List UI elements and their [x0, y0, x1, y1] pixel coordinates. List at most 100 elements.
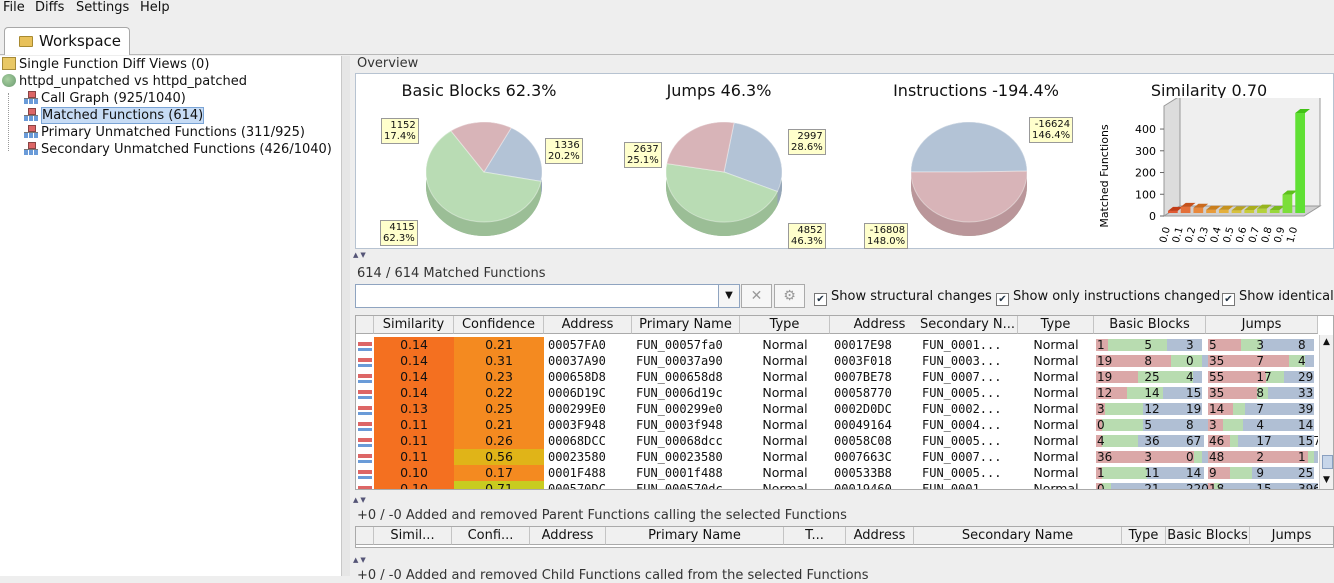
diff-bar-value: 14 [1209, 402, 1225, 416]
table-row[interactable]: 0.11 0.56 00023580 FUN_00023580 Normal 000766… [356, 449, 1318, 465]
diff-bar-value: 14 [1144, 386, 1160, 400]
cell-sim: 0.11 [374, 449, 454, 465]
checkbox-show-identical[interactable]: ✔ Show identical [1222, 289, 1334, 306]
column-header[interactable]: Type [740, 316, 830, 334]
function-graph-icon[interactable] [358, 403, 372, 415]
diff-bar-value: 3 [1097, 402, 1105, 416]
table-row[interactable]: 0.13 0.25 000299E0 FUN_000299e0 Normal 0002D0… [356, 401, 1318, 417]
similarity-bar [1168, 210, 1178, 213]
function-graph-icon[interactable] [358, 355, 372, 367]
scroll-down-icon[interactable]: ▼ [1323, 475, 1330, 485]
function-graph-icon [24, 142, 38, 155]
function-graph-icon[interactable] [358, 451, 372, 463]
cell-a2: 0007663C [834, 450, 892, 464]
column-header[interactable]: Address [530, 527, 606, 545]
function-graph-icon [24, 108, 38, 121]
column-header[interactable]: Type [1018, 316, 1094, 334]
tree-item-primary-unmatched[interactable]: Primary Unmatched Functions (311/925) [24, 125, 305, 142]
column-header[interactable]: Confidence [454, 316, 544, 334]
tree-item-diff[interactable]: httpd_unpatched vs httpd_patched [2, 74, 247, 91]
vertical-splitter[interactable] [342, 56, 350, 576]
scrollbar-thumb[interactable] [1322, 455, 1333, 469]
search-input[interactable] [355, 284, 739, 308]
column-header[interactable]: Secondary Name [914, 527, 1122, 545]
table-row[interactable]: 0.10 0.17 0001F488 FUN_0001f488 Normal 000533… [356, 465, 1318, 481]
function-graph-icon[interactable] [358, 435, 372, 447]
tree-item-secondary-unmatched[interactable]: Secondary Unmatched Functions (426/1040) [24, 142, 332, 159]
function-graph-icon[interactable] [358, 467, 372, 479]
table-row[interactable]: 0.10 0.71 000570DC FUN_000570dc Normal 000194… [356, 481, 1318, 490]
column-header[interactable]: T... [784, 527, 846, 545]
column-header[interactable]: Address [846, 527, 914, 545]
cell-a2: 0002D0DC [834, 402, 892, 416]
function-graph-icon[interactable] [358, 339, 372, 351]
horizontal-splitter-mid[interactable]: ▲▼ [350, 496, 1334, 505]
diff-bar-value: 8 [1298, 338, 1306, 352]
table-row[interactable]: 0.14 0.31 00037A90 FUN_00037a90 Normal 0003F0… [356, 353, 1318, 369]
diff-bar-value: 7 [1256, 402, 1265, 416]
cell-n2: FUN_0007... [922, 370, 1002, 384]
menu-diffs[interactable]: Diffs [35, 0, 64, 15]
cell-t1: Normal [762, 353, 808, 368]
function-graph-icon[interactable] [358, 483, 372, 489]
checkbox-label: Show structural changes [831, 289, 992, 304]
column-header[interactable]: Jumps [1250, 527, 1333, 545]
similarity-bar [1282, 194, 1293, 213]
overview-panel: Basic Blocks 62.3% Jumps 46.3% Instructi… [355, 73, 1334, 249]
diff-bar-value: 2 [1256, 450, 1265, 464]
cell-sim: 0.14 [374, 353, 454, 369]
horizontal-splitter-top[interactable]: ▲▼ [350, 251, 1334, 260]
gear-icon[interactable]: ⚙ [774, 284, 805, 308]
column-header[interactable]: Jumps [1206, 316, 1318, 334]
table-row[interactable]: 0.11 0.21 0003F948 FUN_0003f948 Normal 000491… [356, 417, 1318, 433]
column-header[interactable]: Basic Blocks [1094, 316, 1206, 334]
checkbox-structural-changes[interactable]: ✔ Show structural changes [814, 289, 992, 306]
menu-file[interactable]: File [3, 0, 25, 15]
column-header[interactable]: Similarity [374, 316, 454, 334]
cell-sim: 0.13 [374, 401, 454, 417]
cell-conf: 0.71 [454, 481, 544, 489]
table-row[interactable]: 0.11 0.26 00068DCC FUN_00068dcc Normal 00058C… [356, 433, 1318, 449]
diff-icon [2, 74, 16, 87]
column-header[interactable]: Secondary N... [918, 316, 1018, 334]
column-header[interactable]: Basic Blocks [1166, 527, 1250, 545]
cell-t2: Normal [1033, 353, 1079, 368]
cell-n1: FUN_000570dc [636, 482, 723, 490]
column-header[interactable]: Address [544, 316, 632, 334]
column-header[interactable]: Address [830, 316, 930, 334]
table-scrollbar[interactable]: ▲ ▼ [1319, 335, 1333, 489]
menu-help[interactable]: Help [140, 0, 170, 15]
column-header[interactable]: Primary Name [606, 527, 784, 545]
cell-a2: 00019460 [834, 482, 892, 490]
tab-workspace[interactable]: Workspace [4, 27, 130, 55]
clear-icon[interactable]: ✕ [741, 284, 772, 308]
function-graph-icon[interactable] [358, 387, 372, 399]
column-header[interactable]: Primary Name [632, 316, 740, 334]
diff-bar-value: 8 [1186, 418, 1194, 432]
callout-bb-1152: 1152 17.4% [381, 118, 419, 144]
tree-item-matched-functions[interactable]: Matched Functions (614) [24, 107, 205, 125]
function-graph-icon[interactable] [358, 419, 372, 431]
diff-bar-value: 4 [1186, 370, 1194, 384]
diff-bar-value: 5 [1144, 338, 1153, 352]
tree-item-call-graph[interactable]: Call Graph (925/1040) [24, 91, 186, 108]
column-header[interactable]: Confi... [452, 527, 530, 545]
search-history-dropdown[interactable]: ▼ [718, 284, 740, 308]
cell-n1: FUN_0006d19c [636, 386, 723, 400]
scroll-up-icon[interactable]: ▲ [1323, 337, 1330, 347]
table-row[interactable]: 0.14 0.22 0006D19C FUN_0006d19c Normal 000587… [356, 385, 1318, 401]
table-row[interactable]: 0.14 0.21 00057FA0 FUN_00057fa0 Normal 00017E… [356, 337, 1318, 353]
tree-item-single-diff-views[interactable]: Single Function Diff Views (0) [2, 57, 209, 74]
tab-bar: Workspace [0, 19, 1334, 55]
menu-settings[interactable]: Settings [76, 0, 129, 15]
function-graph-icon[interactable] [358, 371, 372, 383]
callout-value: 1336 [554, 140, 580, 151]
cell-a2: 00049164 [834, 418, 892, 432]
cell-t1: Normal [762, 417, 808, 432]
column-header[interactable]: Simil... [374, 527, 452, 545]
column-header[interactable]: Type [1122, 527, 1166, 545]
table-row[interactable]: 0.14 0.23 000658D8 FUN_000658d8 Normal 0007BE… [356, 369, 1318, 385]
checkbox-instructions-changed[interactable]: ✔ Show only instructions changed [996, 289, 1220, 306]
callout-value: 1152 [390, 120, 416, 131]
horizontal-splitter-bottom[interactable]: ▲▼ [350, 556, 1334, 565]
